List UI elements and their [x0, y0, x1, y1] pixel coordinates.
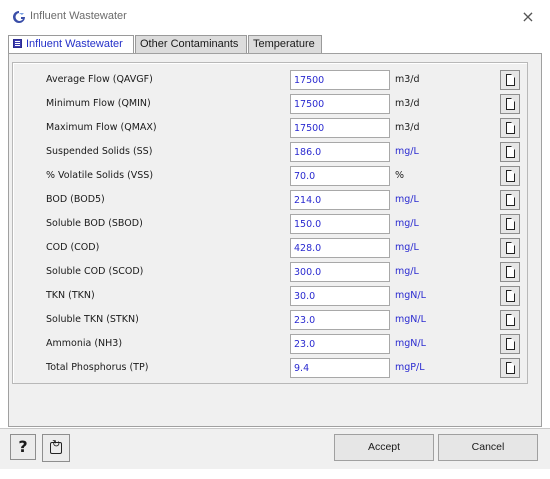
- details-button[interactable]: [500, 310, 520, 330]
- details-button[interactable]: [500, 70, 520, 90]
- parameter-label: Total Phosphorus (TP): [46, 362, 149, 373]
- refresh-button[interactable]: [42, 434, 70, 462]
- parameter-label: Soluble TKN (STKN): [46, 314, 139, 325]
- help-icon: ?: [18, 437, 28, 456]
- parameter-label: BOD (BOD5): [46, 194, 105, 205]
- unit-label: mg/L: [395, 146, 419, 157]
- parameter-label: Suspended Solids (SS): [46, 146, 153, 157]
- document-icon: [506, 290, 515, 302]
- parameter-row: Soluble COD (SCOD) 300.0 mg/L: [0, 262, 550, 282]
- unit-label: mgN/L: [395, 314, 426, 325]
- window-title: Influent Wastewater: [30, 10, 127, 22]
- soluble-cod-input[interactable]: 300.0: [290, 262, 390, 282]
- unit-label: mgN/L: [395, 338, 426, 349]
- unit-label: m3/d: [395, 98, 420, 109]
- accept-button[interactable]: Accept: [334, 434, 434, 461]
- tab-label: Influent Wastewater: [26, 38, 123, 50]
- parameter-label: Soluble BOD (SBOD): [46, 218, 143, 229]
- close-icon: ×: [521, 7, 535, 26]
- unit-label: mgN/L: [395, 290, 426, 301]
- parameter-row: Average Flow (QAVGF) 17500 m3/d: [0, 70, 550, 90]
- details-button[interactable]: [500, 334, 520, 354]
- tab-influent-wastewater[interactable]: Influent Wastewater: [8, 35, 134, 54]
- parameter-label: % Volatile Solids (VSS): [46, 170, 154, 181]
- form-icon: [13, 39, 22, 48]
- parameter-row: Minimum Flow (QMIN) 17500 m3/d: [0, 94, 550, 114]
- document-icon: [506, 194, 515, 206]
- unit-label: mg/L: [395, 242, 419, 253]
- document-icon: [506, 122, 515, 134]
- document-icon: [506, 266, 515, 278]
- details-button[interactable]: [500, 142, 520, 162]
- details-button[interactable]: [500, 166, 520, 186]
- soluble-bod-input[interactable]: 150.0: [290, 214, 390, 234]
- details-button[interactable]: [500, 94, 520, 114]
- unit-label: mg/L: [395, 194, 419, 205]
- tkn-input[interactable]: 30.0: [290, 286, 390, 306]
- cod-input[interactable]: 428.0: [290, 238, 390, 258]
- total-phosphorus-input[interactable]: 9.4: [290, 358, 390, 378]
- unit-label: mg/L: [395, 266, 419, 277]
- parameter-row: TKN (TKN) 30.0 mgN/L: [0, 286, 550, 306]
- parameter-row: Total Phosphorus (TP) 9.4 mgP/L: [0, 358, 550, 378]
- document-icon: [506, 242, 515, 254]
- ammonia-input[interactable]: 23.0: [290, 334, 390, 354]
- parameter-row: Maximum Flow (QMAX) 17500 m3/d: [0, 118, 550, 138]
- parameter-row: Soluble BOD (SBOD) 150.0 mg/L: [0, 214, 550, 234]
- document-icon: [506, 98, 515, 110]
- average-flow-input[interactable]: 17500: [290, 70, 390, 90]
- volatile-solids-input[interactable]: 70.0: [290, 166, 390, 186]
- parameter-label: Average Flow (QAVGF): [46, 74, 153, 85]
- parameter-row: Ammonia (NH3) 23.0 mgN/L: [0, 334, 550, 354]
- document-icon: [506, 170, 515, 182]
- parameter-label: Soluble COD (SCOD): [46, 266, 144, 277]
- details-button[interactable]: [500, 238, 520, 258]
- unit-label: mg/L: [395, 218, 419, 229]
- soluble-tkn-input[interactable]: 23.0: [290, 310, 390, 330]
- details-button[interactable]: [500, 286, 520, 306]
- details-button[interactable]: [500, 118, 520, 138]
- refresh-icon: [50, 439, 62, 454]
- tab-other-contaminants[interactable]: Other Contaminants: [135, 35, 247, 53]
- document-icon: [506, 338, 515, 350]
- bod-input[interactable]: 214.0: [290, 190, 390, 210]
- cancel-button[interactable]: Cancel: [438, 434, 538, 461]
- parameter-label: Maximum Flow (QMAX): [46, 122, 157, 133]
- tab-label: Temperature: [253, 38, 315, 50]
- parameter-row: % Volatile Solids (VSS) 70.0 %: [0, 166, 550, 186]
- unit-label: m3/d: [395, 74, 420, 85]
- document-icon: [506, 74, 515, 86]
- document-icon: [506, 362, 515, 374]
- close-button[interactable]: ×: [516, 6, 540, 28]
- document-icon: [506, 314, 515, 326]
- parameter-label: COD (COD): [46, 242, 100, 253]
- details-button[interactable]: [500, 190, 520, 210]
- parameter-label: TKN (TKN): [46, 290, 95, 301]
- details-button[interactable]: [500, 214, 520, 234]
- parameter-label: Ammonia (NH3): [46, 338, 123, 349]
- minimum-flow-input[interactable]: 17500: [290, 94, 390, 114]
- document-icon: [506, 218, 515, 230]
- unit-label: %: [395, 170, 405, 181]
- document-icon: [506, 146, 515, 158]
- parameter-row: Soluble TKN (STKN) 23.0 mgN/L: [0, 310, 550, 330]
- tab-label: Other Contaminants: [140, 38, 239, 50]
- details-button[interactable]: [500, 358, 520, 378]
- help-button[interactable]: ?: [10, 434, 36, 460]
- tab-temperature[interactable]: Temperature: [248, 35, 322, 53]
- maximum-flow-input[interactable]: 17500: [290, 118, 390, 138]
- app-logo-icon: [13, 11, 25, 23]
- details-button[interactable]: [500, 262, 520, 282]
- parameter-row: BOD (BOD5) 214.0 mg/L: [0, 190, 550, 210]
- parameter-label: Minimum Flow (QMIN): [46, 98, 151, 109]
- parameter-row: Suspended Solids (SS) 186.0 mg/L: [0, 142, 550, 162]
- unit-label: mgP/L: [395, 362, 425, 373]
- suspended-solids-input[interactable]: 186.0: [290, 142, 390, 162]
- unit-label: m3/d: [395, 122, 420, 133]
- parameter-row: COD (COD) 428.0 mg/L: [0, 238, 550, 258]
- title-bar: Influent Wastewater ×: [0, 0, 550, 32]
